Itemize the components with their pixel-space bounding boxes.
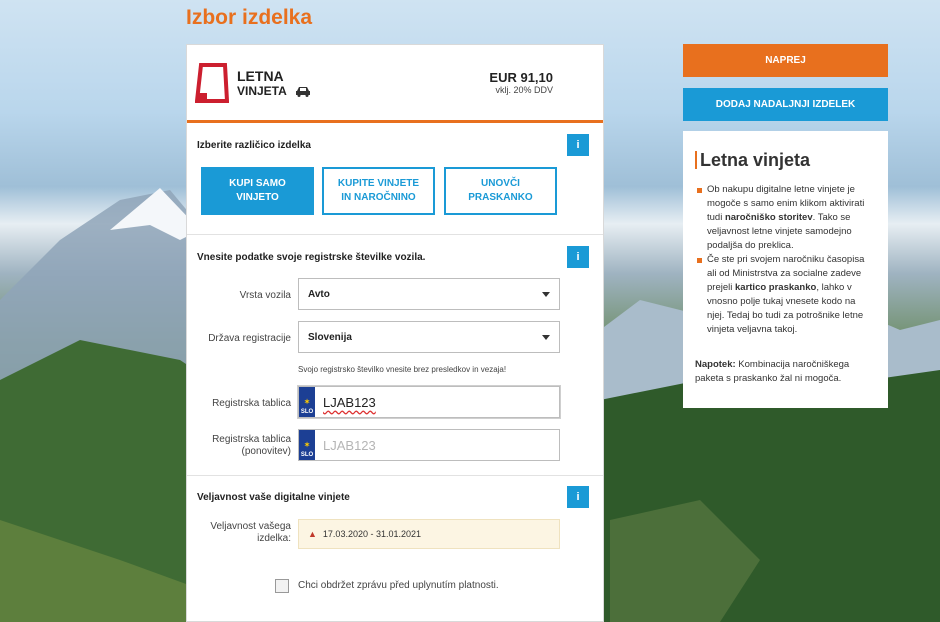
product-header: LETNA VINJETA EUR 91,10 vklj. 20% DDV	[187, 45, 603, 123]
plate-repeat-input[interactable]: ✶ SLO LJAB123	[298, 429, 560, 461]
variant-info-button[interactable]: i	[567, 134, 589, 156]
plate-value: LJAB123	[323, 394, 376, 410]
side-panel-note: Napotek: Kombinacija naročniškega paketa…	[695, 359, 850, 384]
vehicle-type-value: Avto	[308, 288, 330, 300]
side-panel-list: Ob nakupu digitalne letne vinjete je mog…	[697, 183, 875, 337]
chevron-down-icon	[542, 292, 550, 297]
registration-section: Vnesite podatke svoje registrske številk…	[187, 236, 603, 476]
plate-label: Registrska tablica	[212, 398, 291, 409]
validity-value: 17.03.2020 - 31.01.2021	[322, 529, 422, 539]
vignette-logo-icon	[195, 63, 229, 103]
page-title: Izbor izdelka	[186, 6, 313, 29]
plate-hint: Svojo registrsko številko vnesite brez p…	[298, 365, 507, 374]
variant-scratchcard-button[interactable]: UNOVČI PRASKANKO	[444, 167, 557, 215]
expiry-notice-label: Chci obdržet zprávu před uplynutím platn…	[298, 580, 499, 591]
warning-icon: ▲	[308, 529, 317, 539]
side-panel-title: Letna vinjeta	[695, 151, 810, 169]
product-name-line2: VINJETA	[237, 84, 287, 98]
plate-country-code: SLO	[300, 409, 314, 415]
chevron-down-icon	[542, 335, 550, 340]
expiry-notice-checkbox[interactable]	[275, 579, 289, 593]
list-item: Če ste pri svojem naročniku časopisa ali…	[697, 253, 875, 337]
country-select[interactable]: Slovenija	[298, 321, 560, 353]
eu-flag-icon: ✶ SLO	[299, 430, 315, 460]
price-vat-note: vklj. 20% DDV	[495, 85, 553, 95]
country-label: Država registracije	[208, 333, 291, 344]
product-name-line1: LETNA	[237, 68, 284, 84]
plate-repeat-label: Registrska tablica (ponovitev)	[212, 434, 291, 457]
variant-buy-vignette-button[interactable]: KUPI SAMO VINJETO	[201, 167, 314, 215]
variant-subscription-button[interactable]: KUPITE VINJETE IN NAROČNINO	[322, 167, 435, 215]
validity-info-button[interactable]: i	[567, 486, 589, 508]
plate-repeat-placeholder: LJAB123	[323, 437, 376, 453]
list-item: Ob nakupu digitalne letne vinjete je mog…	[697, 183, 875, 253]
product-card: LETNA VINJETA EUR 91,10 vklj. 20% DDV Iz…	[186, 44, 604, 622]
validity-section-title: Veljavnost vaše digitalne vinjete	[197, 492, 350, 503]
info-side-panel: Letna vinjeta Ob nakupu digitalne letne …	[683, 131, 888, 408]
variant-section-title: Izberite različico izdelka	[197, 140, 311, 151]
plate-repeat-country-code: SLO	[300, 452, 314, 458]
country-value: Slovenija	[308, 331, 352, 343]
vehicle-type-label: Vrsta vozila	[239, 290, 291, 301]
plate-input[interactable]: ✶ SLO LJAB123	[298, 386, 560, 418]
registration-info-button[interactable]: i	[567, 246, 589, 268]
product-price: EUR 91,10	[489, 70, 553, 85]
vehicle-type-select[interactable]: Avto	[298, 278, 560, 310]
variant-section: Izberite različico izdelka i KUPI SAMO V…	[187, 125, 603, 235]
validity-section: Veljavnost vaše digitalne vinjete i Velj…	[187, 477, 603, 622]
eu-flag-icon: ✶ SLO	[299, 387, 315, 417]
car-icon	[296, 87, 310, 97]
next-button[interactable]: NAPREJ	[683, 44, 888, 77]
validity-label: Veljavnost vašega izdelka:	[210, 521, 291, 544]
add-product-button[interactable]: DODAJ NADALJNJI IZDELEK	[683, 88, 888, 121]
registration-section-title: Vnesite podatke svoje registrske številk…	[197, 252, 426, 263]
validity-period: ▲ 17.03.2020 - 31.01.2021	[298, 519, 560, 549]
